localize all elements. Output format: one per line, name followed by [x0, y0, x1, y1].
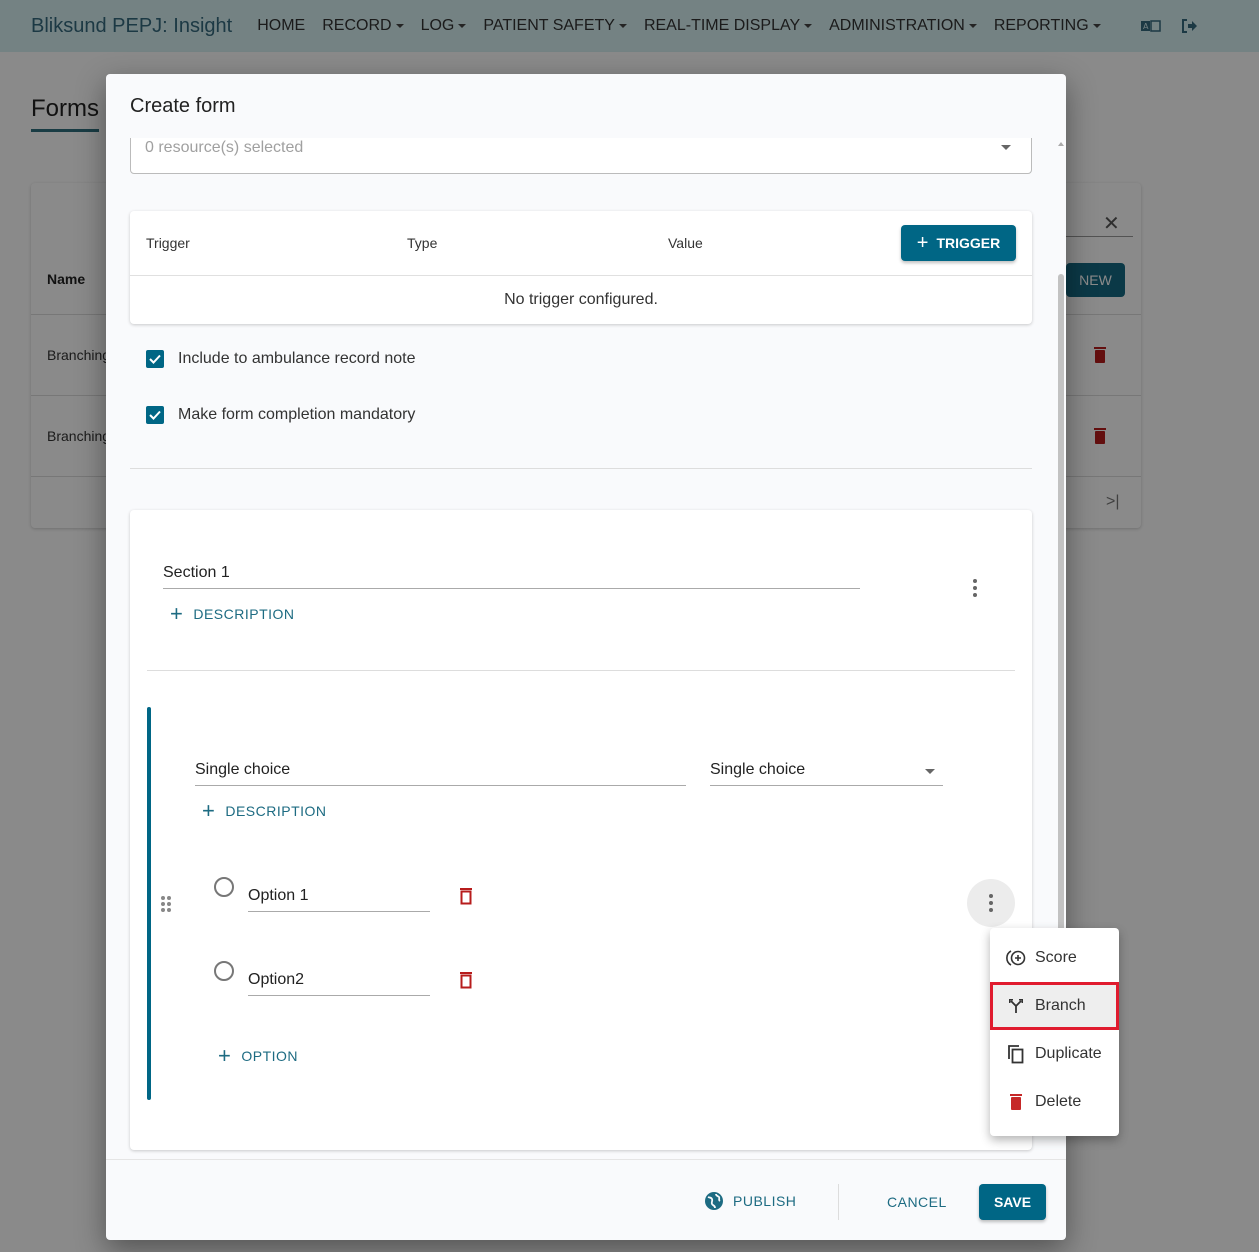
- plus-icon: +: [218, 1043, 232, 1068]
- menu-item-score[interactable]: Score: [990, 934, 1119, 982]
- checkbox-checked-icon[interactable]: [146, 350, 164, 368]
- menu-item-delete[interactable]: Delete: [990, 1078, 1119, 1126]
- duplicate-icon: [1006, 1044, 1026, 1064]
- question-type-select[interactable]: Single choice: [710, 761, 943, 786]
- section-more-icon[interactable]: [973, 579, 977, 597]
- add-trigger-button[interactable]: + TRIGGER: [901, 225, 1016, 261]
- menu-item-branch[interactable]: Branch: [990, 982, 1119, 1030]
- dialog-body: 0 resource(s) selected Trigger Type Valu…: [106, 138, 1066, 1198]
- column-header-trigger: Trigger: [146, 235, 190, 251]
- checkbox-label: Make form completion mandatory: [178, 406, 416, 423]
- branch-icon: [1006, 996, 1026, 1016]
- resource-select[interactable]: 0 resource(s) selected: [130, 138, 1032, 174]
- column-header-value: Value: [668, 235, 703, 251]
- section-title-input[interactable]: Section 1: [163, 564, 860, 589]
- delete-option-2-icon[interactable]: [459, 971, 473, 989]
- plus-icon: +: [170, 601, 184, 626]
- dialog-title: Create form: [130, 95, 236, 117]
- dropdown-arrow-icon: [1001, 145, 1011, 150]
- menu-item-duplicate[interactable]: Duplicate: [990, 1030, 1119, 1078]
- checkbox-checked-icon[interactable]: [146, 406, 164, 424]
- mandatory-completion-checkbox[interactable]: Make form completion mandatory: [146, 406, 415, 424]
- plus-icon: +: [202, 798, 216, 823]
- empty-trigger-message: No trigger configured.: [504, 291, 658, 308]
- dialog-footer: PUBLISH CANCEL SAVE: [106, 1159, 1066, 1240]
- dropdown-arrow-icon: [925, 769, 935, 774]
- checkbox-label: Include to ambulance record note: [178, 350, 416, 367]
- scroll-up-arrow[interactable]: [1058, 142, 1064, 146]
- include-ambulance-note-checkbox[interactable]: Include to ambulance record note: [146, 350, 415, 368]
- divider: [838, 1184, 839, 1220]
- question-more-button[interactable]: [967, 879, 1015, 927]
- score-icon: [1006, 948, 1026, 968]
- cancel-button[interactable]: CANCEL: [887, 1194, 947, 1210]
- question-context-menu: Score Branch Duplicate Delete: [990, 928, 1119, 1136]
- globe-icon: [705, 1192, 723, 1210]
- divider: [130, 468, 1032, 469]
- option-2-input[interactable]: Option2: [248, 971, 430, 996]
- option-1-input[interactable]: Option 1: [248, 887, 430, 912]
- add-question-description-button[interactable]: + DESCRIPTION: [202, 798, 327, 823]
- create-form-dialog: Create form 0 resource(s) selected Trigg…: [106, 74, 1066, 1240]
- divider: [130, 275, 1032, 276]
- radio-option-2[interactable]: [214, 961, 234, 981]
- column-header-type: Type: [407, 235, 438, 251]
- more-vert-icon: [989, 894, 993, 912]
- divider: [147, 670, 1015, 671]
- delete-icon: [1006, 1092, 1026, 1112]
- drag-handle-icon[interactable]: [161, 896, 171, 912]
- delete-option-1-icon[interactable]: [459, 887, 473, 905]
- active-question-indicator: [147, 707, 151, 1100]
- section-card: Section 1 + DESCRIPTION Single choice Si…: [130, 510, 1032, 1150]
- add-section-description-button[interactable]: + DESCRIPTION: [170, 601, 295, 626]
- trigger-table: Trigger Type Value + TRIGGER No trigger …: [130, 211, 1032, 324]
- publish-button[interactable]: PUBLISH: [704, 1191, 796, 1211]
- resource-select-placeholder: 0 resource(s) selected: [145, 139, 304, 156]
- radio-option-1[interactable]: [214, 877, 234, 897]
- plus-icon: +: [916, 232, 929, 254]
- add-option-button[interactable]: + OPTION: [218, 1043, 298, 1068]
- question-title-input[interactable]: Single choice: [195, 761, 686, 786]
- save-button[interactable]: SAVE: [979, 1184, 1046, 1220]
